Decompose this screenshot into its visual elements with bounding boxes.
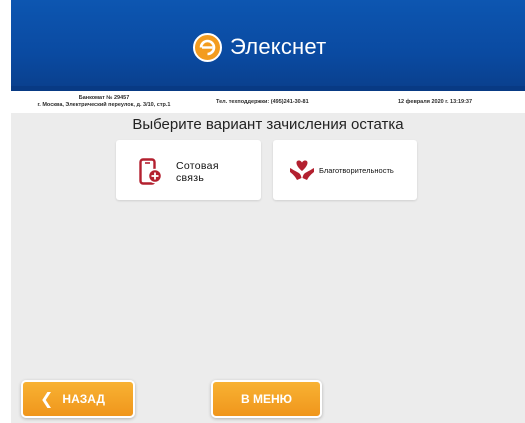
option-charity[interactable]: Благотворительность (273, 140, 417, 200)
heart-hands-icon (289, 159, 315, 186)
option-charity-label: Благотворительность (319, 166, 394, 175)
page-title: Выберите вариант зачисления остатка (132, 116, 404, 133)
support-phone: Тел. техподдержки: (495)241-30-81 (216, 99, 309, 105)
brand-name: Элекснет (230, 34, 327, 59)
info-bar: Банкомат № 29457 г. Москва, Электрически… (11, 91, 525, 113)
brand-logo: Элекснет (193, 30, 326, 64)
option-mobile[interactable]: Сотовая связь (116, 140, 261, 200)
terminal-id: Банкомат № 29457 (78, 95, 130, 101)
header: Элекснет (11, 0, 525, 91)
menu-button[interactable]: В МЕНЮ (211, 380, 322, 418)
terminal-screen: Элекснет Банкомат № 29457 г. Москва, Эле… (11, 0, 525, 423)
chevron-left-icon: ❮ (40, 391, 54, 408)
elecsnet-logo-icon (193, 32, 222, 62)
date-time: 12 февраля 2020 г. 13:19:37 (398, 99, 473, 105)
back-button-label: НАЗАД (62, 392, 105, 406)
option-mobile-label: Сотовая связь (176, 160, 219, 184)
back-button[interactable]: ❮ НАЗАД (21, 380, 135, 418)
terminal-info: Банкомат № 29457 г. Москва, Электрически… (19, 95, 189, 109)
terminal-address: г. Москва, Электрический переулок, д. 3/… (37, 102, 171, 108)
menu-button-label: В МЕНЮ (240, 392, 293, 406)
mobile-phone-add-icon (139, 158, 163, 191)
